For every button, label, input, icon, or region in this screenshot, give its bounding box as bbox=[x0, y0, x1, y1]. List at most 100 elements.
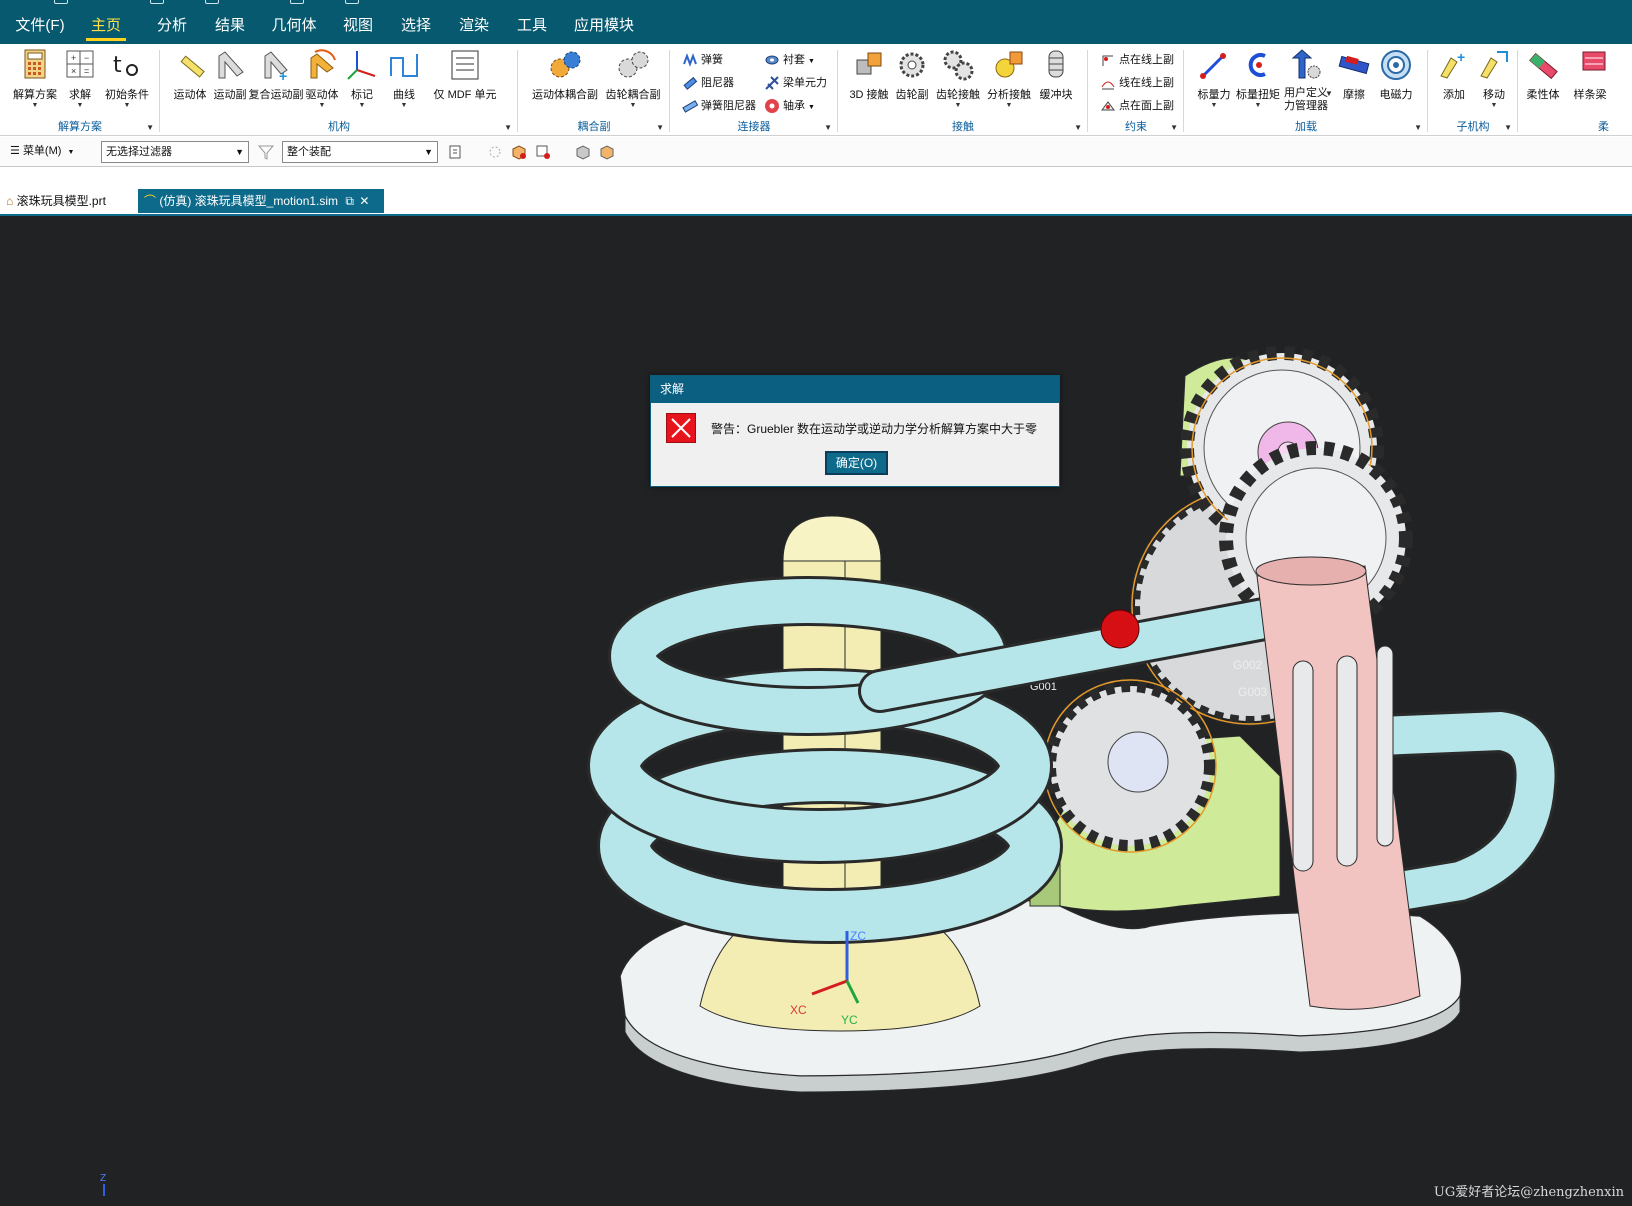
flexible-body-icon bbox=[1529, 52, 1558, 80]
point-select-icon[interactable] bbox=[534, 143, 552, 161]
bumper-button[interactable]: 缓冲块 bbox=[1034, 46, 1078, 112]
solve-button[interactable]: + − × = 求解 ▼ bbox=[62, 46, 98, 112]
bushing-button[interactable]: 衬套 ▼ bbox=[764, 50, 815, 70]
menu-button[interactable]: ☰ 菜单(M) ▼ bbox=[10, 141, 74, 161]
mdf-only-button[interactable]: 仅 MDF 单元 bbox=[428, 46, 502, 112]
flexible-body-button[interactable]: 柔性体 bbox=[1522, 46, 1564, 112]
add-submechanism-button[interactable]: + 添加 bbox=[1434, 46, 1474, 112]
chevron-down-icon[interactable]: ▼ bbox=[1325, 89, 1333, 98]
chevron-down-icon[interactable]: ▼ bbox=[100, 102, 154, 110]
tab-part-file[interactable]: ⌂ 滚珠玩具模型.prt bbox=[0, 189, 130, 213]
point-on-surface-button[interactable]: 点在面上副 bbox=[1100, 96, 1174, 116]
group-coupler: 运动体耦合副 齿轮耦合副 ▼ 耦合副 ▼ bbox=[518, 44, 670, 136]
spring-damper-button[interactable]: 弹簧阻尼器 bbox=[682, 96, 756, 116]
chevron-down-icon: ▼ bbox=[235, 147, 244, 157]
driver-button[interactable]: 驱动体 ▼ bbox=[302, 46, 342, 112]
chevron-down-icon[interactable]: ▼ bbox=[62, 102, 98, 110]
red-ball[interactable] bbox=[1100, 609, 1140, 649]
undock-icon[interactable]: ⧉ bbox=[345, 194, 354, 208]
assembly-scope-dropdown[interactable]: 整个装配 ▼ bbox=[282, 141, 438, 163]
assembly-scope-value: 整个装配 bbox=[287, 146, 331, 158]
spline-beam-button[interactable]: 样条梁 bbox=[1566, 46, 1614, 112]
damper-button[interactable]: 阻尼器 bbox=[682, 73, 734, 93]
chevron-down-icon[interactable]: ▼ bbox=[984, 102, 1034, 110]
chevron-down-icon[interactable]: ▼ bbox=[1236, 102, 1280, 110]
bearing-button[interactable]: 轴承 ▼ bbox=[764, 96, 815, 116]
menu-analysis[interactable]: 分析 bbox=[150, 0, 194, 44]
menu-file[interactable]: 文件(F) bbox=[12, 0, 68, 44]
wireframe-cube-icon[interactable] bbox=[598, 143, 616, 161]
active-tab-underline bbox=[86, 38, 126, 41]
filter-icon[interactable] bbox=[257, 143, 275, 161]
beam-force-button[interactable]: 梁单元力 bbox=[764, 73, 827, 93]
curve-on-curve-button[interactable]: 线在线上副 bbox=[1100, 73, 1174, 93]
scalar-torque-button[interactable]: 标量扭矩 ▼ bbox=[1236, 46, 1280, 112]
select-type-icon[interactable] bbox=[448, 143, 466, 161]
point-on-curve-button[interactable]: 点在线上副 bbox=[1100, 50, 1174, 70]
spring-button[interactable]: 弹簧 bbox=[682, 50, 723, 70]
3d-contact-button[interactable]: 3D 接触 bbox=[848, 46, 890, 112]
gear-pair-button[interactable]: 齿轮副 bbox=[892, 46, 932, 112]
graphics-viewport[interactable]: G002 G003 G001 ZC XC YC Z UG爱好者论坛@zhengz… bbox=[0, 216, 1632, 1206]
menu-render[interactable]: 渲染 bbox=[452, 0, 496, 44]
motion-model-scene[interactable]: G002 G003 G001 ZC XC YC Z bbox=[0, 216, 1632, 1206]
group-expand-icon[interactable]: ▼ bbox=[1074, 123, 1082, 132]
initial-conditions-button[interactable]: t 初始条件 ▼ bbox=[100, 46, 154, 112]
chevron-down-icon[interactable]: ▼ bbox=[1474, 102, 1514, 110]
joint-icon bbox=[218, 51, 244, 79]
gear-contact-button[interactable]: 齿轮接触 ▼ bbox=[932, 46, 984, 112]
chevron-down-icon[interactable]: ▼ bbox=[932, 102, 984, 110]
marker-button[interactable]: 标记 ▼ bbox=[344, 46, 380, 112]
group-expand-icon[interactable]: ▼ bbox=[504, 123, 512, 132]
chevron-down-icon[interactable]: ▼ bbox=[1194, 102, 1234, 110]
svg-text:+: + bbox=[1457, 49, 1465, 65]
menu-applications[interactable]: 应用模块 bbox=[568, 0, 640, 44]
cube-select-icon[interactable] bbox=[510, 143, 528, 161]
menu-geometry[interactable]: 几何体 bbox=[266, 0, 322, 44]
user-defined-force-button[interactable]: 用户定义 力管理器 bbox=[1280, 46, 1332, 112]
friction-button[interactable]: 摩擦 bbox=[1336, 46, 1372, 112]
solution-button[interactable]: 解算方案 ▼ bbox=[8, 46, 62, 112]
axis-label-xc: XC bbox=[790, 1003, 807, 1017]
selection-filter-dropdown[interactable]: 无选择过滤器 ▼ bbox=[101, 141, 249, 163]
close-icon[interactable]: ✕ bbox=[359, 194, 369, 208]
compound-joint-button[interactable]: + 复合运动副 bbox=[248, 46, 304, 112]
group-expand-icon[interactable]: ▼ bbox=[824, 123, 832, 132]
snap-icon[interactable] bbox=[486, 143, 504, 161]
chevron-down-icon[interactable]: ▼ bbox=[344, 102, 380, 110]
joint-button[interactable]: 运动副 bbox=[210, 46, 250, 112]
group-expand-icon[interactable]: ▼ bbox=[146, 123, 154, 132]
group-expand-icon[interactable]: ▼ bbox=[1504, 123, 1512, 132]
scalar-force-button[interactable]: 标量力 ▼ bbox=[1194, 46, 1234, 112]
group-expand-icon[interactable]: ▼ bbox=[1414, 123, 1422, 132]
curve-button[interactable]: 曲线 ▼ bbox=[386, 46, 422, 112]
chevron-down-icon[interactable]: ▼ bbox=[386, 102, 422, 110]
move-submechanism-button[interactable]: 移动 ▼ bbox=[1474, 46, 1514, 112]
marker-label: 标记 bbox=[351, 89, 373, 101]
chevron-down-icon[interactable]: ▼ bbox=[602, 102, 664, 110]
chevron-down-icon[interactable]: ▼ bbox=[8, 102, 62, 110]
analysis-contact-button[interactable]: 分析接触 ▼ bbox=[984, 46, 1034, 112]
menu-tools[interactable]: 工具 bbox=[510, 0, 554, 44]
shaded-cube-icon[interactable] bbox=[574, 143, 592, 161]
electromagnetic-force-button[interactable]: 电磁力 bbox=[1374, 46, 1418, 112]
chevron-down-icon[interactable]: ▼ bbox=[302, 102, 342, 110]
ok-button[interactable]: 确定(O) bbox=[825, 451, 888, 475]
link-button[interactable]: 运动体 bbox=[170, 46, 210, 112]
group-expand-icon[interactable]: ▼ bbox=[1170, 123, 1178, 132]
body-coupler-button[interactable]: 运动体耦合副 bbox=[530, 46, 600, 112]
gear-coupler-button[interactable]: 齿轮耦合副 ▼ bbox=[602, 46, 664, 112]
tab-simulation-file[interactable]: ⌒ (仿真) 滚珠玩具模型_motion1.sim ⧉ ✕ bbox=[138, 189, 384, 213]
chevron-down-icon[interactable]: ▼ bbox=[808, 104, 815, 111]
gear-pair-label: 齿轮副 bbox=[895, 89, 929, 101]
bearing-label: 轴承 bbox=[783, 100, 805, 112]
chevron-down-icon[interactable]: ▼ bbox=[808, 58, 815, 65]
mdf-only-label: 仅 MDF 单元 bbox=[433, 89, 497, 101]
body-coupler-label: 运动体耦合副 bbox=[532, 89, 598, 101]
menu-select[interactable]: 选择 bbox=[394, 0, 438, 44]
menu-view[interactable]: 视图 bbox=[336, 0, 380, 44]
menu-results[interactable]: 结果 bbox=[208, 0, 252, 44]
group-expand-icon[interactable]: ▼ bbox=[656, 123, 664, 132]
axis-label-yc: YC bbox=[841, 1013, 858, 1027]
gear-icon bbox=[899, 52, 925, 78]
